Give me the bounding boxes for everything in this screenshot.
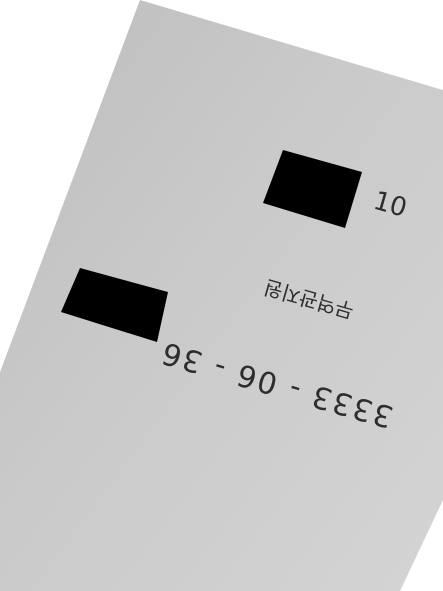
- photo-scene: 10 무역관지원 3333 - 06 - 36: [0, 0, 443, 591]
- photo-canvas: 10 무역관지원 3333 - 06 - 36: [0, 0, 443, 591]
